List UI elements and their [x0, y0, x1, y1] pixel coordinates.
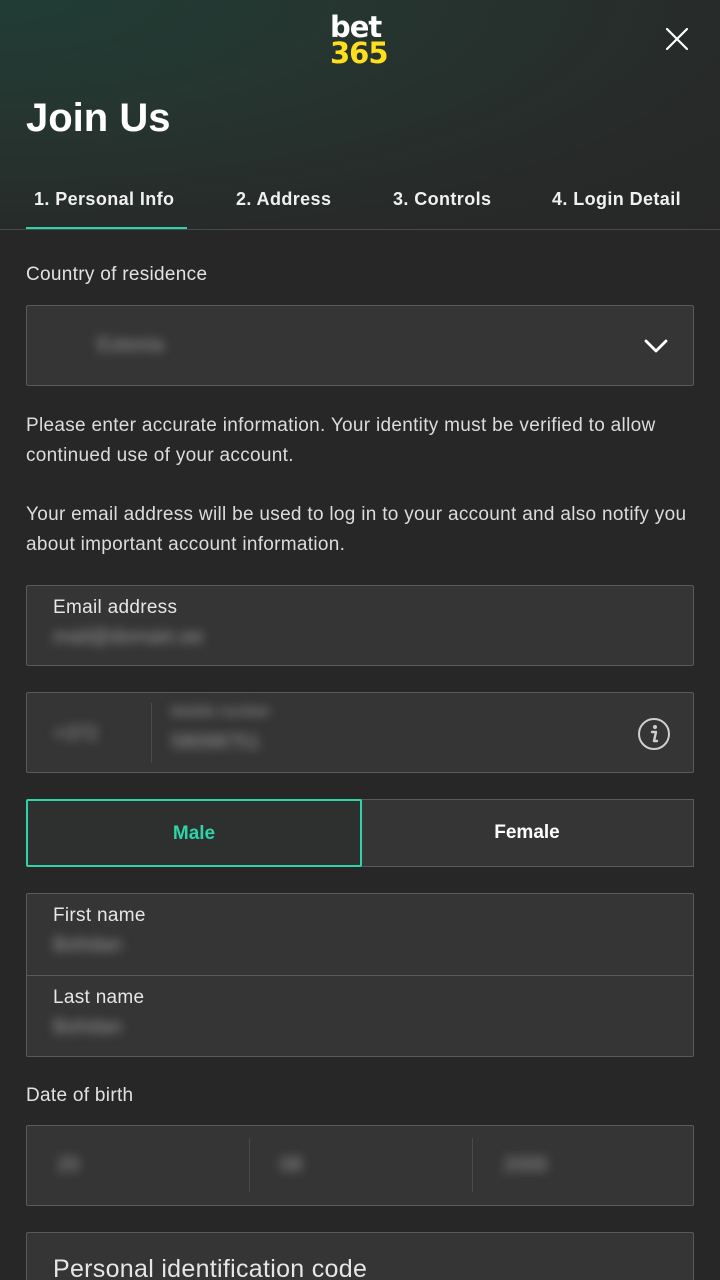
email-label: Email address [53, 597, 178, 618]
phone-field[interactable]: +372 Mobile number 58098751 [26, 692, 694, 773]
personal-id-label: Personal identification code [53, 1255, 368, 1280]
tab-login-detail[interactable]: 4. Login Detail [552, 178, 681, 229]
dob-year-field[interactable]: 2000 [473, 1126, 693, 1205]
last-name-value: Bohdan [53, 1016, 122, 1038]
dob-fields: 20 08 2000 [26, 1125, 694, 1206]
bet365-logo: bet 365 [330, 12, 392, 71]
close-icon [665, 27, 689, 51]
gender-male-button[interactable]: Male [26, 799, 362, 867]
first-name-label: First name [53, 905, 146, 926]
info-text-2: Your email address will be used to log i… [26, 504, 687, 555]
dob-month-value: 08 [280, 1154, 303, 1176]
first-name-value: Bohdan [53, 934, 122, 956]
info-icon[interactable] [637, 717, 671, 751]
dob-year-value: 2000 [503, 1154, 548, 1176]
country-select[interactable]: Estonia [26, 305, 694, 386]
first-name-field[interactable]: First name Bohdan [27, 894, 693, 975]
phone-divider [151, 703, 152, 763]
chevron-down-icon [644, 339, 668, 353]
country-label: Country of residence [26, 264, 208, 285]
tab-controls[interactable]: 3. Controls [393, 178, 491, 229]
last-name-field[interactable]: Last name Bohdan [27, 976, 693, 1056]
dob-day-field[interactable]: 20 [27, 1126, 249, 1205]
page-title: Join Us [26, 96, 171, 140]
phone-label: Mobile number [171, 703, 271, 720]
name-fields-group: First name Bohdan Last name Bohdan [26, 893, 694, 1057]
phone-code[interactable]: +372 [53, 723, 98, 746]
last-name-label: Last name [53, 987, 145, 1008]
email-value: mail@domain.ee [53, 626, 204, 648]
tab-personal-info[interactable]: 1. Personal Info [26, 178, 187, 229]
logo-line-2: 365 [330, 36, 389, 71]
tab-address[interactable]: 2. Address [236, 178, 331, 229]
dob-month-field[interactable]: 08 [250, 1126, 472, 1205]
close-button[interactable] [660, 22, 694, 56]
country-value: Estonia [97, 334, 164, 356]
gender-female-button[interactable]: Female [360, 799, 694, 867]
dob-label: Date of birth [26, 1085, 134, 1106]
email-field[interactable]: Email address mail@domain.ee [26, 585, 694, 666]
step-tabs: 1. Personal Info 2. Address 3. Controls … [0, 178, 720, 230]
phone-value: 58098751 [171, 731, 260, 753]
dob-day-value: 20 [57, 1154, 80, 1176]
personal-id-field[interactable]: Personal identification code [26, 1232, 694, 1280]
info-text-1: Please enter accurate information. Your … [26, 415, 656, 466]
